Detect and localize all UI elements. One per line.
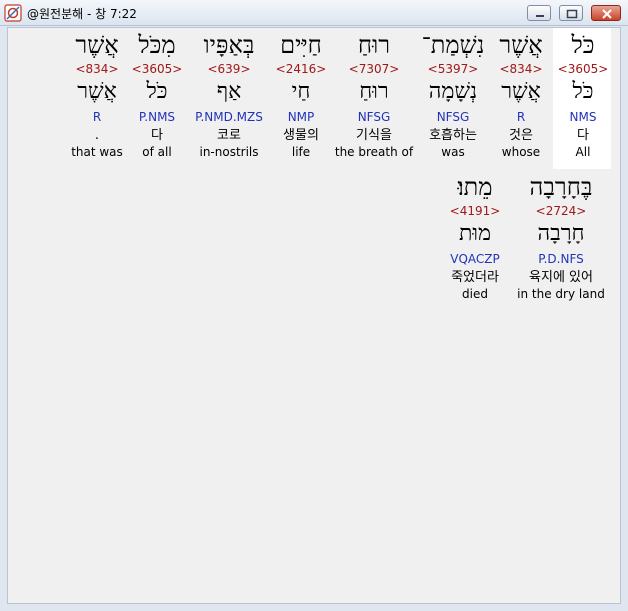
korean-gloss: 육지에 있어 — [529, 270, 593, 285]
minimize-icon — [536, 15, 544, 17]
close-icon — [602, 9, 612, 19]
strong-number[interactable]: <834> — [52, 62, 142, 76]
lemma: אֲשֶׁר — [77, 79, 117, 104]
window-title: @원전분해 - 창 7:22 — [27, 7, 137, 21]
korean-gloss: 호흡하는 — [429, 128, 477, 143]
morphology-code[interactable]: NFSG — [408, 110, 498, 124]
hebrew-word: בֶּחָרָבָה — [529, 173, 593, 201]
maximize-icon — [566, 9, 578, 19]
title-bar: @원전분해 - 창 7:22 — [0, 0, 628, 26]
strong-number[interactable]: <4191> — [430, 204, 520, 218]
morphology-code[interactable]: R — [52, 110, 142, 124]
english-gloss: died — [462, 287, 488, 301]
strong-number[interactable]: <2724> — [516, 204, 606, 218]
app-icon — [4, 4, 22, 22]
english-gloss: in the dry land — [517, 287, 605, 301]
minimize-button[interactable] — [527, 5, 551, 21]
korean-gloss: 죽었더라 — [451, 270, 499, 285]
morphology-code[interactable]: P.D.NFS — [516, 252, 606, 266]
word-1-1[interactable]: מֵתוּ׃ <4191> מוּת VQACZP 죽었더라 died — [430, 172, 520, 302]
word-1-0[interactable]: בֶּחָרָבָה <2724> חָרָבָה P.D.NFS 육지에 있어… — [516, 172, 606, 302]
strong-number[interactable]: <5397> — [408, 62, 498, 76]
lemma: חָרָבָה — [537, 221, 585, 246]
word-0-7[interactable]: אֲשֶׁר <834> אֲשֶׁר R . that was — [52, 30, 142, 160]
english-gloss: that was — [71, 145, 123, 159]
korean-gloss: . — [94, 128, 100, 143]
interlinear-panel[interactable]: כֹּל <3605> כֹּל NMS 다 All אֲשֶׁר <834> … — [7, 27, 621, 604]
hebrew-word: נִשְׁמַת־ — [421, 31, 485, 59]
lemma: מוּת — [458, 221, 492, 246]
maximize-button[interactable] — [559, 5, 583, 21]
english-gloss: was — [441, 145, 465, 159]
lemma: נְשָׁמָה — [428, 79, 478, 104]
hebrew-word: מֵתוּ׃ — [457, 173, 493, 201]
hebrew-word: אֲשֶׁר — [75, 31, 119, 59]
close-button[interactable] — [591, 5, 621, 21]
morphology-code[interactable]: VQACZP — [430, 252, 520, 266]
word-0-2[interactable]: נִשְׁמַת־ <5397> נְשָׁמָה NFSG 호흡하는 was — [408, 30, 498, 160]
